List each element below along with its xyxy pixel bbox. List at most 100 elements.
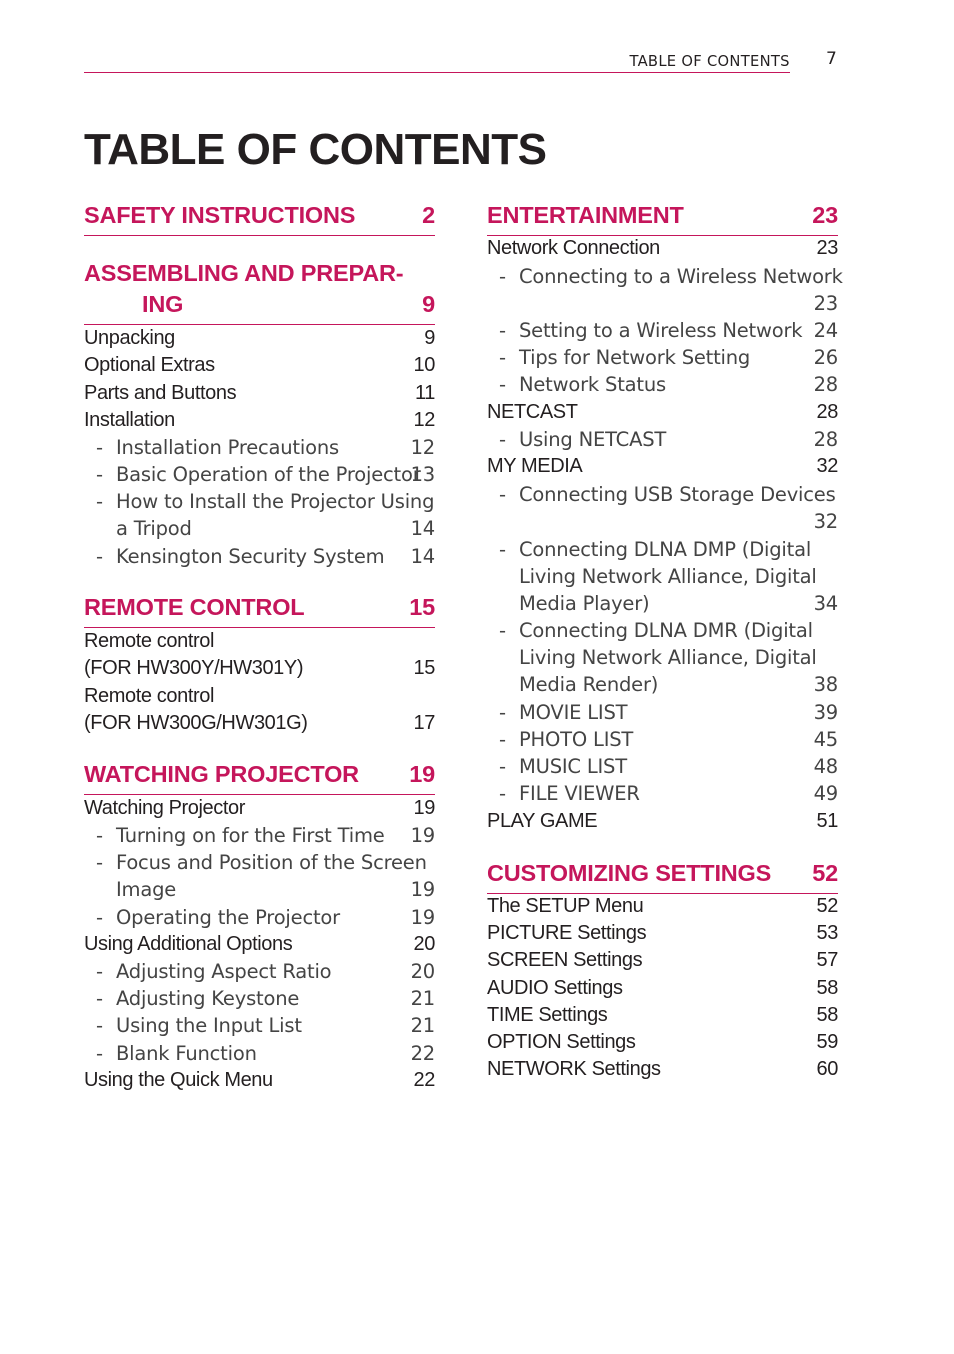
toc-entry-sub[interactable]: - PHOTO LIST 45	[487, 728, 838, 755]
toc-entry-main[interactable]: PLAY GAME 51	[487, 810, 838, 837]
toc-entry-section[interactable]: WATCHING PROJECTOR 19	[84, 761, 435, 795]
toc-entry-sub[interactable]: - Tips for Network Setting 26	[487, 346, 838, 373]
toc-entry-main[interactable]: Remote control (FOR HW300G/HW301G) 17	[84, 685, 435, 739]
toc-entry-page: 10	[413, 354, 436, 376]
toc-entry-main[interactable]: Installation 12	[84, 409, 435, 436]
toc-entry-sub[interactable]: - FILE VIEWER 49	[487, 782, 838, 809]
toc-entry-page: 22	[410, 1042, 436, 1065]
toc-entry-page: 21	[410, 987, 436, 1010]
toc-entry-line: Focus and Position of the Screen	[116, 851, 427, 874]
toc-entry-line: The SETUP Menu	[487, 895, 644, 917]
toc-entry-sub[interactable]: - Setting to a Wireless Network 24	[487, 319, 838, 346]
toc-entry-page: 48	[813, 755, 839, 778]
toc-entry-line: PICTURE Settings	[487, 922, 647, 944]
toc-entry-main[interactable]: The SETUP Menu 52	[487, 895, 838, 922]
toc-entry-sub[interactable]: - Connecting to a Wireless Network 23	[487, 265, 843, 319]
toc-entry-main[interactable]: AUDIO Settings 58	[487, 977, 838, 1004]
toc-entry-line: ING	[142, 291, 184, 317]
toc-entry-sub[interactable]: - Adjusting Keystone 21	[84, 987, 435, 1014]
toc-entry-page: 26	[813, 346, 839, 369]
bullet-dash: -	[96, 545, 103, 568]
toc-entry-sub[interactable]: - Using the Input List 21	[84, 1014, 435, 1041]
bullet-dash: -	[499, 428, 506, 451]
bullet-dash: -	[499, 346, 506, 369]
bullet-dash: -	[499, 538, 506, 561]
toc-entry-sub[interactable]: - Blank Function 22	[84, 1042, 435, 1069]
toc-entry-line: Network Status	[519, 373, 666, 396]
toc-entry-sub[interactable]: - MOVIE LIST 39	[487, 701, 838, 728]
toc-entry-page: 2	[422, 202, 435, 228]
toc-entry-page: 49	[813, 782, 839, 805]
toc-entry-line: Parts and Buttons	[84, 382, 237, 404]
bullet-dash: -	[96, 463, 103, 486]
toc-entry-main[interactable]: NETWORK Settings 60	[487, 1058, 838, 1085]
toc-entry-page: 57	[816, 949, 839, 971]
toc-entry-sub[interactable]: - MUSIC LIST 48	[487, 755, 838, 782]
bullet-dash: -	[96, 436, 103, 459]
toc-entry-page: 14	[410, 517, 436, 541]
bullet-dash: -	[499, 619, 506, 642]
toc-entry-section[interactable]: ENTERTAINMENT 23	[487, 202, 838, 236]
toc-entry-line: Turning on for the First Time	[116, 824, 385, 847]
toc-entry-sub[interactable]: - Connecting DLNA DMP (Digital Living Netw…	[487, 538, 838, 620]
toc-entry-main[interactable]: Watching Projector 19	[84, 797, 435, 824]
toc-entry-page: 22	[413, 1069, 436, 1091]
toc-entry-line: MY MEDIA	[487, 455, 583, 477]
toc-entry-line: Adjusting Aspect Ratio	[116, 960, 332, 983]
toc-entry-line: Optional Extras	[84, 354, 215, 376]
toc-entry-main[interactable]: PICTURE Settings 53	[487, 922, 838, 949]
toc-entry-sub[interactable]: - Basic Operation of the Projector 13	[84, 463, 435, 490]
bullet-dash: -	[499, 373, 506, 396]
toc-entry-main[interactable]: TIME Settings 58	[487, 1004, 838, 1031]
toc-entry-main[interactable]: Using the Quick Menu 22	[84, 1069, 435, 1096]
toc-entry-page: 28	[816, 401, 839, 423]
bullet-dash: -	[96, 1014, 103, 1037]
toc-entry-line: CUSTOMIZING SETTINGS	[487, 860, 772, 886]
toc-entry-main[interactable]: Remote control (FOR HW300Y/HW301Y) 15	[84, 630, 435, 684]
toc-entry-main[interactable]: Network Connection 23	[487, 237, 838, 264]
toc-entry-line: Connecting DLNA DMR (Digital	[519, 619, 813, 642]
toc-entry-main[interactable]: Parts and Buttons 11	[84, 382, 435, 409]
toc-entry-main[interactable]: MY MEDIA 32	[487, 455, 838, 482]
toc-entry-main[interactable]: Optional Extras 10	[84, 354, 435, 381]
toc-entry-line: Kensington Security System	[116, 545, 385, 568]
toc-entry-section[interactable]: CUSTOMIZING SETTINGS 52	[487, 860, 838, 894]
toc-entry-line: a Tripod	[116, 517, 192, 541]
toc-entry-sub[interactable]: - How to Install the Projector Using a Tri…	[84, 490, 435, 544]
toc-entry-sub[interactable]: - Focus and Position of the Screen Image 19	[84, 851, 435, 905]
toc-entry-line: MOVIE LIST	[519, 701, 628, 724]
toc-entry-sub[interactable]: - Kensington Security System 14	[84, 545, 435, 572]
toc-entry-line: Adjusting Keystone	[116, 987, 300, 1010]
toc-entry-sub[interactable]: - Network Status 28	[487, 373, 838, 400]
toc-entry-section[interactable]: SAFETY INSTRUCTIONS 2	[84, 202, 435, 236]
toc-entry-line: (FOR HW300G/HW301G)	[84, 712, 308, 735]
toc-entry-page: 17	[413, 712, 436, 735]
toc-entry-sub[interactable]: - Turning on for the First Time 19	[84, 824, 435, 851]
toc-entry-page: 58	[816, 977, 839, 999]
toc-entry-page: 13	[410, 463, 436, 486]
toc-entry-sub[interactable]: - Installation Precautions 12	[84, 436, 435, 463]
toc-entry-line: Connecting USB Storage Devices	[519, 483, 836, 506]
toc-entry-sub[interactable]: - Connecting USB Storage Devices 32	[487, 483, 838, 537]
bullet-dash: -	[499, 728, 506, 751]
toc-entry-sub[interactable]: - Adjusting Aspect Ratio 20	[84, 960, 435, 987]
toc-entry-main[interactable]: SCREEN Settings 57	[487, 949, 838, 976]
toc-entry-section[interactable]: ASSEMBLING AND PREPAR- ING 9	[84, 260, 435, 325]
toc-entry-section[interactable]: REMOTE CONTROL 15	[84, 594, 435, 628]
toc-entry-main[interactable]: OPTION Settings 59	[487, 1031, 838, 1058]
bullet-dash: -	[96, 851, 103, 874]
toc-entry-main[interactable]: NETCAST 28	[487, 401, 838, 428]
toc-entry-sub[interactable]: - Using NETCAST 28	[487, 428, 838, 455]
toc-entry-line: Using NETCAST	[519, 428, 667, 451]
toc-entry-line: PLAY GAME	[487, 810, 598, 832]
bullet-dash: -	[96, 906, 103, 929]
toc-entry-main[interactable]: Unpacking 9	[84, 327, 435, 354]
toc-entry-line: NETWORK Settings	[487, 1058, 661, 1080]
toc-entry-page: 19	[410, 824, 436, 847]
page-number: 7	[826, 49, 837, 69]
toc-entry-page: 45	[813, 728, 839, 751]
toc-entry-sub[interactable]: - Connecting DLNA DMR (Digital Living Netw…	[487, 619, 838, 701]
toc-entry-main[interactable]: Using Additional Options 20	[84, 933, 435, 960]
toc-entry-sub[interactable]: - Operating the Projector 19	[84, 906, 435, 933]
toc-entry-page: 38	[813, 673, 839, 697]
